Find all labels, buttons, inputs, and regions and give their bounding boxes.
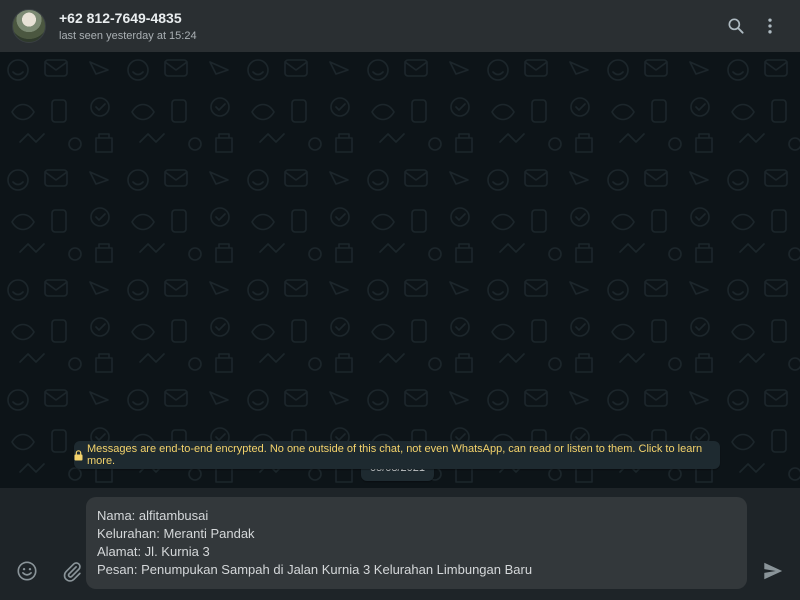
encryption-notice[interactable]: Messages are end-to-end encrypted. No on… xyxy=(74,441,720,469)
chat-panel[interactable]: 05/08/2021 xyxy=(0,52,800,488)
header-actions xyxy=(724,14,782,38)
search-icon[interactable] xyxy=(724,14,748,38)
encryption-notice-text: Messages are end-to-end encrypted. No on… xyxy=(87,443,703,467)
message-input[interactable]: Nama: alfitambusai Kelurahan: Meranti Pa… xyxy=(86,497,747,589)
menu-dots-icon[interactable] xyxy=(758,14,782,38)
message-line: Nama: alfitambusai xyxy=(97,508,209,523)
avatar[interactable] xyxy=(12,9,46,43)
message-line: Alamat: Jl. Kurnia 3 xyxy=(97,544,210,559)
chat-header: +62 812-7649-4835 last seen yesterday at… xyxy=(0,0,800,52)
message-line: Kelurahan: Meranti Pandak xyxy=(97,526,255,541)
contact-name: +62 812-7649-4835 xyxy=(59,10,182,26)
contact-status: last seen yesterday at 15:24 xyxy=(59,30,197,42)
attach-icon[interactable] xyxy=(60,559,84,583)
lock-icon xyxy=(74,449,83,461)
contact-info[interactable]: +62 812-7649-4835 last seen yesterday at… xyxy=(59,9,197,43)
send-icon[interactable] xyxy=(761,559,785,583)
chat-wallpaper xyxy=(0,52,800,488)
message-line: Pesan: Penumpukan Sampah di Jalan Kurnia… xyxy=(97,562,533,577)
emoji-icon[interactable] xyxy=(15,559,39,583)
